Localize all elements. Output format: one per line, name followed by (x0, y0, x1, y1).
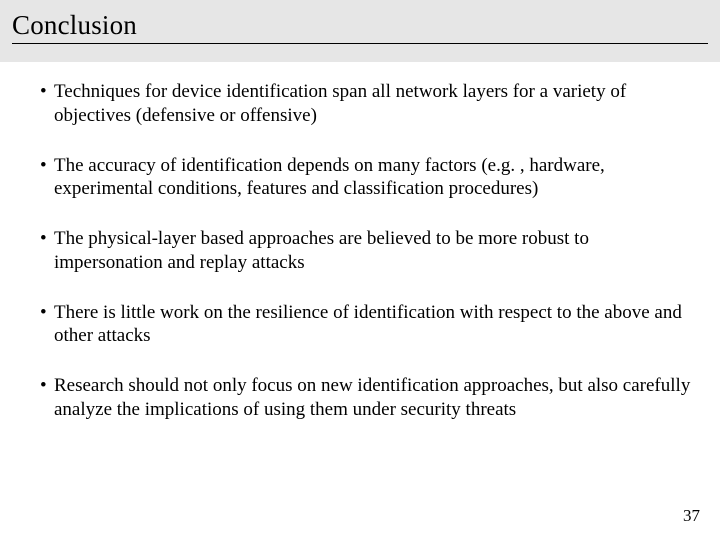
slide-body: Techniques for device identification spa… (0, 62, 720, 422)
slide: Conclusion Techniques for device identif… (0, 0, 720, 540)
slide-title: Conclusion (12, 10, 708, 41)
title-bar: Conclusion (0, 0, 720, 62)
bullet-item: Techniques for device identification spa… (28, 80, 692, 128)
bullet-item: The accuracy of identification depends o… (28, 154, 692, 202)
page-number: 37 (683, 506, 700, 526)
bullet-item: Research should not only focus on new id… (28, 374, 692, 422)
bullet-item: The physical-layer based approaches are … (28, 227, 692, 275)
bullet-list: Techniques for device identification spa… (28, 80, 692, 422)
bullet-item: There is little work on the resilience o… (28, 301, 692, 349)
title-underline (12, 43, 708, 44)
